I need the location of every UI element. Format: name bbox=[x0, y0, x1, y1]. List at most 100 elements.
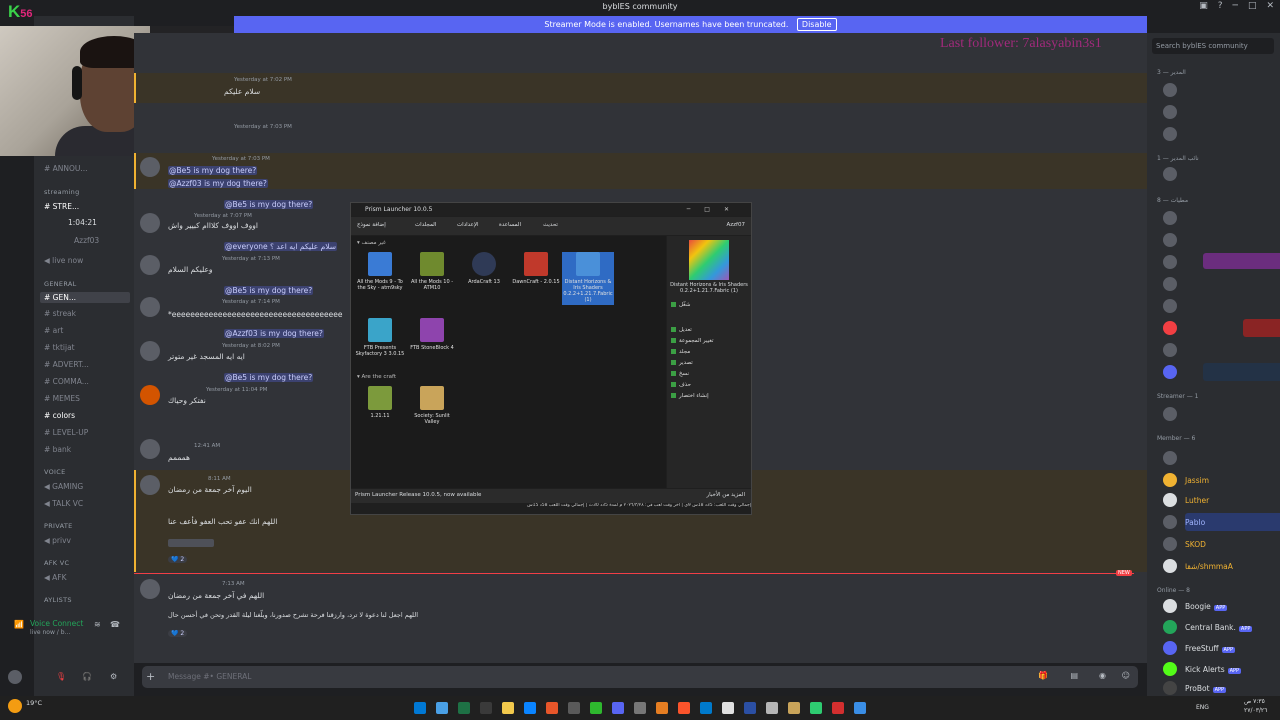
avatar[interactable] bbox=[140, 341, 160, 361]
avatar[interactable] bbox=[140, 385, 160, 405]
sticker-icon[interactable]: ◉ bbox=[1099, 671, 1106, 680]
pen-icon[interactable] bbox=[766, 702, 778, 714]
category-streaming[interactable]: streaming bbox=[44, 188, 80, 196]
avatar[interactable] bbox=[140, 213, 160, 233]
search-input[interactable]: Search byblES community bbox=[1152, 38, 1274, 54]
instance-tile[interactable]: Society: Sunlit Valley bbox=[406, 386, 458, 425]
channel-announcements[interactable]: # ANNOU... bbox=[44, 164, 88, 173]
blender-icon[interactable] bbox=[656, 702, 668, 714]
brave-icon[interactable] bbox=[678, 702, 690, 714]
channel-tktijat[interactable]: # tktijat bbox=[44, 343, 75, 352]
avatar[interactable] bbox=[140, 157, 160, 177]
disconnect-icon[interactable]: ☎ bbox=[110, 620, 120, 629]
defender-icon[interactable] bbox=[744, 702, 756, 714]
disable-streamer-button[interactable]: Disable bbox=[796, 18, 837, 31]
channel-advert[interactable]: # ADVERT... bbox=[44, 360, 89, 369]
voice-user[interactable]: Azzf03 bbox=[74, 236, 99, 245]
delete-button[interactable]: حذف bbox=[671, 382, 691, 388]
channel-art[interactable]: # art bbox=[44, 326, 63, 335]
channel-streams[interactable]: # STRE... bbox=[44, 202, 79, 211]
channel-afk[interactable]: ◀ AFK bbox=[44, 573, 67, 582]
add-attachment-icon[interactable]: + bbox=[146, 670, 155, 683]
gift-icon[interactable]: 🎁 bbox=[1038, 671, 1048, 680]
mic-muted-icon[interactable]: 🎙 bbox=[56, 672, 66, 681]
help-button[interactable]: المساعدة bbox=[499, 222, 521, 228]
app-icon[interactable] bbox=[568, 702, 580, 714]
news-link[interactable]: Prism Launcher Release 10.0.5, now avail… bbox=[355, 492, 481, 498]
minimize-button[interactable]: ─ bbox=[1233, 1, 1238, 11]
avatar[interactable] bbox=[140, 297, 160, 317]
update-button[interactable]: تحديث bbox=[543, 222, 558, 228]
photos-icon[interactable] bbox=[854, 702, 866, 714]
more-news-button[interactable]: المزيد من الأخبار bbox=[706, 492, 745, 498]
instance-tile[interactable]: 1.21.11 bbox=[354, 386, 406, 419]
channel-bank[interactable]: # bank bbox=[44, 445, 71, 454]
export-button[interactable]: تصدير bbox=[671, 360, 693, 366]
avatar[interactable] bbox=[140, 255, 160, 275]
firefox-icon[interactable] bbox=[546, 702, 558, 714]
clock-date[interactable]: ٢٧/٠٣/٢٦ bbox=[1244, 707, 1267, 714]
discord-icon[interactable] bbox=[612, 702, 624, 714]
instance-tile[interactable]: All the Mods 10 - ATM10 bbox=[406, 252, 458, 291]
group-header[interactable]: ▾ Are the craft bbox=[357, 374, 396, 380]
category-general[interactable]: GENERAL bbox=[44, 280, 77, 288]
image-attachment[interactable] bbox=[168, 539, 214, 547]
help-icon[interactable]: ? bbox=[1218, 1, 1223, 11]
channel-gaming[interactable]: ◀ GAMING bbox=[44, 482, 83, 491]
launch-button[interactable]: شغّل bbox=[671, 302, 690, 308]
category-aylists[interactable]: AYLISTS bbox=[44, 596, 72, 604]
avatar[interactable] bbox=[140, 579, 160, 599]
settings-button[interactable]: الإعدادات bbox=[457, 222, 479, 228]
close-button[interactable]: ✕ bbox=[1266, 1, 1274, 11]
category-voice[interactable]: VOICE bbox=[44, 468, 66, 476]
edge-icon[interactable] bbox=[524, 702, 536, 714]
task-view-icon[interactable] bbox=[436, 702, 448, 714]
group-header[interactable]: ▾ غير مصنف bbox=[357, 240, 386, 246]
settings-icon[interactable]: ⚙ bbox=[110, 672, 117, 681]
start-icon[interactable] bbox=[414, 702, 426, 714]
channel-live-now[interactable]: ◀ live now bbox=[44, 256, 83, 265]
channel-privv[interactable]: ◀ privv bbox=[44, 536, 71, 545]
category-private[interactable]: PRIVATE bbox=[44, 522, 73, 530]
vscode-icon[interactable] bbox=[700, 702, 712, 714]
prism-window-controls[interactable]: ─□✕ bbox=[687, 203, 743, 216]
channel-memes[interactable]: # MEMES bbox=[44, 394, 80, 403]
excel-icon[interactable] bbox=[458, 702, 470, 714]
weather-icon[interactable] bbox=[8, 699, 22, 713]
language-indicator[interactable]: ENG bbox=[1196, 704, 1209, 711]
adobe-icon[interactable] bbox=[832, 702, 844, 714]
reaction-chip[interactable]: 💙 2 bbox=[168, 625, 188, 638]
channel-general[interactable]: # GEN... bbox=[40, 292, 130, 303]
edit-button[interactable]: تعديل bbox=[671, 327, 692, 333]
inbox-icon[interactable]: ▣ bbox=[1199, 1, 1208, 11]
avatar[interactable] bbox=[140, 439, 160, 459]
instance-tile[interactable]: FTB Presents Skyfactory 3 3.0.15 bbox=[354, 318, 406, 357]
tool-icon[interactable] bbox=[480, 702, 492, 714]
clock-time[interactable]: ٧:٣٥ ص bbox=[1244, 698, 1265, 705]
message-composer[interactable]: + Message #• GENERAL 🎁 ▤ ◉ ☺ bbox=[142, 666, 1138, 688]
obs-icon[interactable] bbox=[634, 702, 646, 714]
create-shortcut-button[interactable]: إنشاء اختصار bbox=[671, 393, 709, 399]
copy-button[interactable]: نسخ bbox=[671, 371, 689, 377]
channel-commands[interactable]: # COMMA... bbox=[44, 377, 89, 386]
explorer-icon[interactable] bbox=[502, 702, 514, 714]
launcher-icon[interactable] bbox=[810, 702, 822, 714]
headset-icon[interactable]: 🎧 bbox=[82, 672, 92, 681]
folder-button[interactable]: مجلد bbox=[671, 349, 690, 355]
reaction-chip[interactable]: 💙 2 bbox=[168, 551, 188, 564]
noise-suppression-icon[interactable]: ≋ bbox=[94, 620, 101, 629]
channel-colors[interactable]: # colors bbox=[44, 411, 75, 420]
emoji-icon[interactable]: ☺ bbox=[1122, 671, 1130, 680]
avatar[interactable] bbox=[140, 475, 160, 495]
category-afk[interactable]: AFK VC bbox=[44, 559, 69, 567]
account-button[interactable]: Azzf07 bbox=[727, 222, 745, 228]
instance-tile-selected[interactable]: Distant Horizons & Iris Shaders 0.2.2+1.… bbox=[562, 252, 614, 305]
instance-tile[interactable]: DawnCraft - 2.0.15 bbox=[510, 252, 562, 285]
game-icon[interactable] bbox=[788, 702, 800, 714]
add-instance-button[interactable]: إضافة نموذج bbox=[357, 222, 386, 228]
avatar[interactable] bbox=[8, 670, 22, 684]
folders-button[interactable]: المجلدات bbox=[415, 222, 436, 228]
channel-talk-vc[interactable]: ◀ TALK VC bbox=[44, 499, 83, 508]
minecraft-icon[interactable] bbox=[590, 702, 602, 714]
channel-level-up[interactable]: # LEVEL-UP bbox=[44, 428, 88, 437]
